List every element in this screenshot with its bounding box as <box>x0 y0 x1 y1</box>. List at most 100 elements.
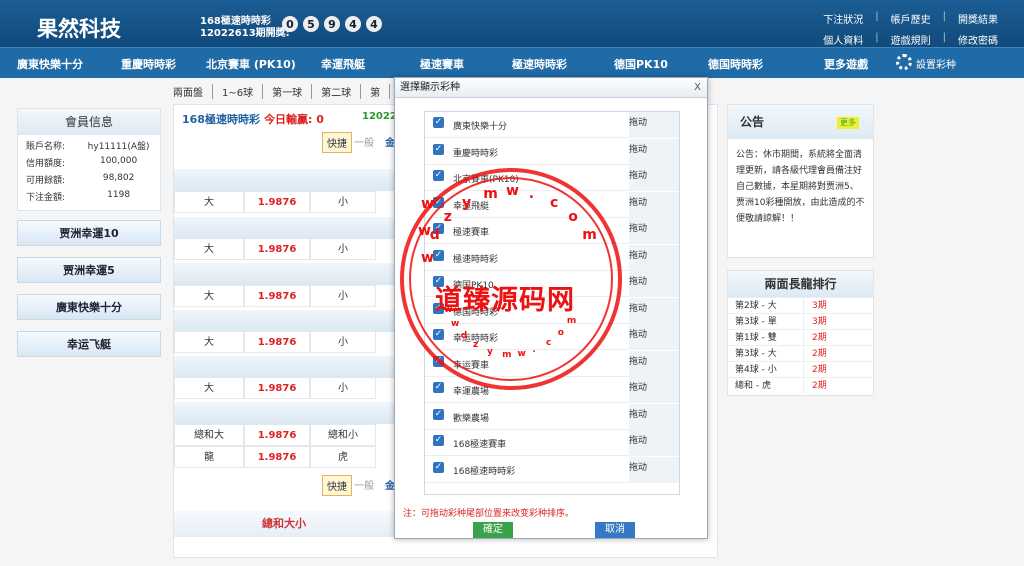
bet-option[interactable]: 總和大 <box>174 424 244 446</box>
member-value: 100,000 <box>99 156 138 166</box>
checkbox-icon[interactable]: ✓ <box>433 461 444 473</box>
link-change-password[interactable]: 修改密碼 <box>946 32 1010 47</box>
checkbox-icon[interactable]: ✓ <box>433 117 444 128</box>
normal-bet-link[interactable]: 一般 <box>354 134 374 149</box>
nav-item[interactable]: 幸運飛艇 <box>321 56 365 72</box>
notice-panel: 公告 更多 公告：休市期間，系統將全面清理更新，請各級代理會員備注好自己數據，本… <box>727 104 874 258</box>
gear-icon[interactable] <box>896 54 912 70</box>
side-game-button[interactable]: 贾洲幸運5 <box>17 257 161 283</box>
game-list-item[interactable]: ✓ 168極速時時彩 拖动 <box>425 456 679 483</box>
drag-handle[interactable]: 拖动 <box>629 456 679 483</box>
nav-item[interactable]: 德国時時彩 <box>708 56 763 72</box>
drag-handle[interactable]: 拖动 <box>629 191 679 218</box>
quick-bet-button[interactable]: 快捷 <box>322 475 352 496</box>
bet-odds: 1.9876 <box>244 285 310 307</box>
nav-item[interactable]: 極速時時彩 <box>512 56 567 72</box>
cancel-button[interactable]: 取消 <box>595 522 635 538</box>
bet-option[interactable]: 大 <box>174 238 244 260</box>
nav-item[interactable]: 極速賽車 <box>420 56 464 72</box>
nav-item[interactable]: 北京賽車 (PK10) <box>206 56 296 72</box>
drag-handle[interactable]: 拖动 <box>629 165 679 191</box>
link-profile[interactable]: 個人資料 <box>811 32 875 47</box>
drag-handle[interactable]: 拖动 <box>629 138 679 165</box>
tab-partial[interactable]: 第 <box>361 84 391 99</box>
nav-item[interactable]: 廣東快樂十分 <box>17 56 83 72</box>
nav-item[interactable]: 重慶時時彩 <box>121 56 176 72</box>
bet-option[interactable]: 小 <box>310 191 376 213</box>
bet-option[interactable]: 小 <box>310 285 376 307</box>
ranking-name: 總和 - 虎 <box>728 378 804 393</box>
settings-link[interactable]: 設置彩种 <box>916 56 956 71</box>
checkbox-icon[interactable]: ✓ <box>433 170 444 181</box>
drag-handle[interactable]: 拖动 <box>629 271 679 297</box>
bet-option[interactable]: 虎 <box>310 446 376 468</box>
normal-bet-link[interactable]: 一般 <box>354 477 374 492</box>
drag-handle[interactable]: 拖动 <box>629 244 679 271</box>
drag-handle[interactable]: 拖动 <box>629 350 679 377</box>
lottery-period: 12022613期開獎: <box>200 28 290 39</box>
link-rules[interactable]: 遊戲規則 <box>879 32 943 47</box>
member-info-title: 會員信息 <box>18 109 160 135</box>
tab-ball-1[interactable]: 第一球 <box>263 84 313 99</box>
section-header <box>174 169 394 191</box>
drag-handle[interactable]: 拖动 <box>629 297 679 324</box>
side-game-button[interactable]: 幸运飞艇 <box>17 331 161 357</box>
bet-option[interactable]: 大 <box>174 331 244 353</box>
bet-odds: 1.9876 <box>244 424 310 446</box>
drag-handle[interactable]: 拖动 <box>629 403 679 430</box>
checkbox-icon[interactable]: ✓ <box>433 408 444 420</box>
member-value: 1198 <box>107 190 131 200</box>
link-draw-results[interactable]: 開獎結果 <box>946 11 1010 26</box>
side-game-button[interactable]: 贾洲幸運10 <box>17 220 161 246</box>
watermark-text: 道臻源码网 <box>435 285 575 316</box>
ranking-name: 第3球 - 單 <box>728 314 804 329</box>
bet-odds: 1.9876 <box>244 238 310 260</box>
game-list-item[interactable]: ✓ 廣東快樂十分 拖动 <box>425 112 679 138</box>
bet-option[interactable]: 小 <box>310 331 376 353</box>
watermark-letter: w <box>450 319 460 330</box>
drag-handle[interactable]: 拖动 <box>629 218 679 244</box>
tab-two-sides[interactable]: 兩面盤 <box>173 84 213 99</box>
member-key: 可用餘額: <box>26 176 66 186</box>
bet-option[interactable]: 龍 <box>174 446 244 468</box>
game-list-item[interactable]: ✓ 重慶時時彩 拖动 <box>425 138 679 165</box>
section-header <box>174 310 394 332</box>
drag-handle[interactable]: 拖动 <box>629 430 679 456</box>
game-list-item[interactable]: ✓ 歡樂農場 拖动 <box>425 403 679 430</box>
nav-item-more-games[interactable]: 更多遊戲 <box>824 56 868 72</box>
notice-more-link[interactable]: 更多 <box>837 117 859 129</box>
ranking-periods: 2期 <box>812 333 827 343</box>
drag-handle[interactable]: 拖动 <box>629 112 679 138</box>
link-bet-status[interactable]: 下注狀況 <box>811 11 875 26</box>
checkbox-icon[interactable]: ✓ <box>433 382 444 393</box>
logo: 果然科技 <box>37 17 121 41</box>
today-win: 今日輸贏: 0 <box>264 111 324 127</box>
game-list-item[interactable]: ✓ 168極速賽車 拖动 <box>425 430 679 456</box>
close-icon[interactable]: X <box>694 82 701 93</box>
confirm-button[interactable]: 確定 <box>473 522 513 538</box>
ranking-panel: 兩面長龍排行 第2球 - 大 3期 第3球 - 單 3期 第1球 - 雙 2期 第3球… <box>727 270 874 396</box>
bet-option[interactable]: 小 <box>310 238 376 260</box>
bet-option[interactable]: 小 <box>310 377 376 399</box>
bet-option[interactable]: 大 <box>174 377 244 399</box>
tab-balls-1-6[interactable]: 1~6球 <box>213 84 264 99</box>
bet-option[interactable]: 總和小 <box>310 424 376 446</box>
bet-odds: 1.9876 <box>244 191 310 213</box>
quick-bet-button[interactable]: 快捷 <box>322 132 352 153</box>
link-account-history[interactable]: 帳戶歷史 <box>879 11 943 26</box>
bet-option[interactable]: 大 <box>174 191 244 213</box>
member-key: 信用額度: <box>26 159 66 169</box>
watermark-letter: . <box>532 345 536 356</box>
side-game-button[interactable]: 廣東快樂十分 <box>17 294 161 320</box>
checkbox-icon[interactable]: ✓ <box>433 435 444 446</box>
modal-title: 選擇顯示彩种 <box>395 78 707 98</box>
tab-ball-2[interactable]: 第二球 <box>312 84 362 99</box>
checkbox-icon[interactable]: ✓ <box>433 143 444 155</box>
watermark-letter: o <box>568 208 578 225</box>
bet-option[interactable]: 大 <box>174 285 244 307</box>
nav-item[interactable]: 德国PK10 <box>614 56 668 72</box>
result-ball: 9 <box>324 16 340 32</box>
drag-handle[interactable]: 拖动 <box>629 324 679 350</box>
drag-handle[interactable]: 拖动 <box>629 377 679 403</box>
result-ball: 0 <box>282 16 298 32</box>
